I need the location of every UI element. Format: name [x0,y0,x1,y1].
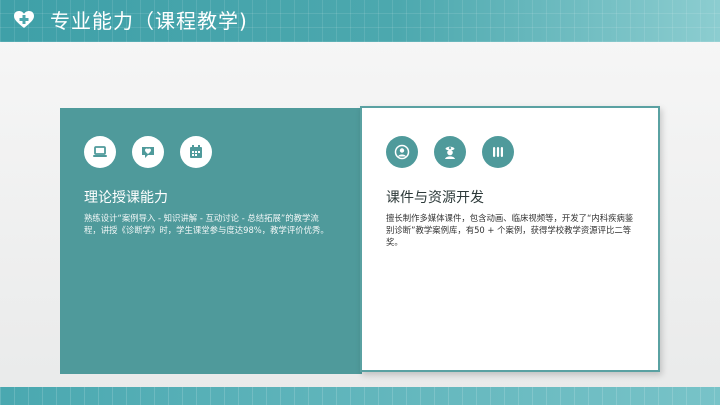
page-title: 专业能力（课程教学) [50,9,248,33]
card-courseware-development: 课件与资源开发 擅长制作多媒体课件，包含动画、临床视频等，开发了“内科疾病鉴别诊… [360,106,660,372]
heart-plus-icon [14,11,34,28]
card-description: 熟练设计“案例导入 - 知识讲解 - 互动讨论 - 总结拓展”的教学流程，讲授《… [84,213,329,235]
nurse-icon [434,136,466,168]
chat-heart-icon [132,136,164,168]
card-title: 课件与资源开发 [386,190,484,206]
card-icon-row [84,136,212,168]
test-tubes-icon [482,136,514,168]
card-description: 擅长制作多媒体课件，包含动画、临床视频等，开发了“内科疾病鉴别诊断”教学案例库，… [386,213,634,247]
card-icon-row [386,136,514,168]
doctor-icon [386,136,418,168]
laptop-icon [84,136,116,168]
card-title: 理论授课能力 [84,190,168,206]
header-bar: 专业能力（课程教学) [0,0,720,42]
footer-bar [0,387,720,405]
card-theory-teaching: 理论授课能力 熟练设计“案例导入 - 知识讲解 - 互动讨论 - 总结拓展”的教… [60,108,362,374]
calendar-icon [180,136,212,168]
